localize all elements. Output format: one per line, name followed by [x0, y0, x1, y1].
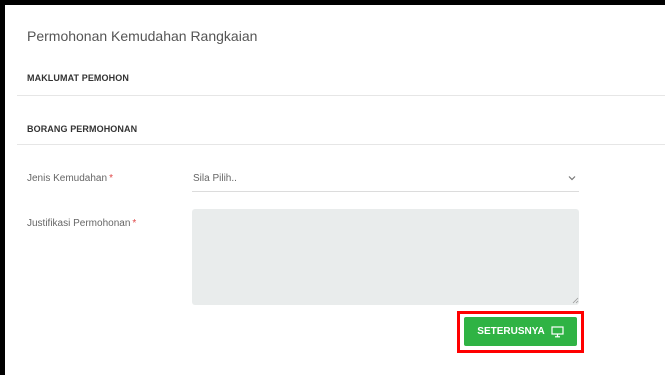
page-title: Permohonan Kemudahan Rangkaian [27, 28, 258, 44]
jenis-kemudahan-label-text: Jenis Kemudahan [27, 173, 108, 184]
chevron-down-icon [568, 176, 576, 181]
justifikasi-label-text: Justifikasi Permohonan [27, 218, 131, 229]
divider [17, 144, 665, 145]
required-mark: * [109, 173, 113, 184]
divider [17, 95, 665, 96]
jenis-kemudahan-label: Jenis Kemudahan * [27, 173, 113, 184]
seterusnya-button-label: SETERUSNYA [477, 326, 545, 337]
resize-grip-icon[interactable] [572, 297, 579, 304]
select-value: Sila Pilih.. [193, 173, 237, 184]
seterusnya-button[interactable]: SETERUSNYA [464, 317, 577, 346]
section-maklumat-pemohon[interactable]: MAKLUMAT PEMOHON [27, 73, 129, 83]
justifikasi-label: Justifikasi Permohonan * [27, 218, 136, 229]
section-borang-permohonan[interactable]: BORANG PERMOHONAN [27, 124, 137, 134]
justifikasi-textarea[interactable] [192, 209, 579, 305]
required-mark: * [132, 218, 137, 229]
monitor-icon [551, 325, 564, 337]
jenis-kemudahan-select[interactable]: Sila Pilih.. [192, 165, 579, 192]
